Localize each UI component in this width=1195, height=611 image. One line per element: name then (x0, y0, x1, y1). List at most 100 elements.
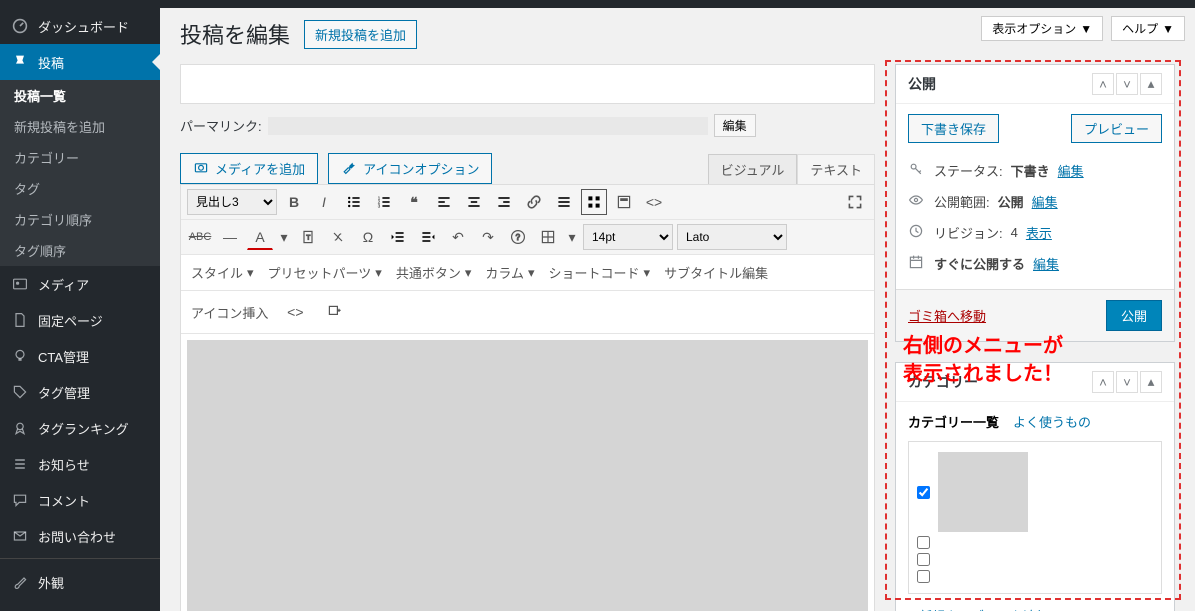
code-button[interactable]: <> (641, 189, 667, 215)
add-category-link[interactable]: + 新規カテゴリーを追加 (908, 606, 1162, 611)
format-select[interactable]: 見出し3 (187, 189, 277, 215)
sidebar-item-media[interactable]: メディア (0, 266, 160, 302)
submenu-item[interactable]: カテゴリ順序 (0, 204, 160, 235)
edit-status-link[interactable]: 編集 (1058, 161, 1084, 180)
edit-schedule-link[interactable]: 編集 (1033, 254, 1059, 273)
permalink-url[interactable] (268, 117, 708, 135)
move-to-trash-link[interactable]: ゴミ箱へ移動 (908, 306, 986, 325)
column-dropdown[interactable]: カラム ▾ (485, 263, 534, 282)
sidebar-item-cta[interactable]: CTA管理 (0, 338, 160, 374)
category-checkbox[interactable] (917, 570, 930, 583)
sidebar-item-tag-ranking[interactable]: タグランキング (0, 410, 160, 446)
bulb-icon (10, 346, 30, 366)
sidebar-item-appearance[interactable]: 外観 (0, 564, 160, 600)
post-title-input[interactable] (180, 64, 875, 104)
help-button[interactable]: ? (505, 224, 531, 250)
outdent-button[interactable] (385, 224, 411, 250)
publish-button[interactable]: 公開 (1106, 300, 1162, 331)
icon-insert-label[interactable]: アイコン挿入 (191, 303, 268, 322)
camera-icon (193, 159, 209, 178)
sidebar-item-news[interactable]: お知らせ (0, 446, 160, 482)
add-media-button[interactable]: メディアを追加 (180, 153, 318, 184)
fullscreen-button[interactable] (842, 189, 868, 215)
collapse-button[interactable]: ▴ (1140, 371, 1162, 393)
more-button[interactable] (551, 189, 577, 215)
special-char-button[interactable]: Ω (355, 224, 381, 250)
table-button[interactable] (535, 224, 561, 250)
sidebar-item-tag-manage[interactable]: タグ管理 (0, 374, 160, 410)
subtitle-edit[interactable]: サブタイトル編集 (664, 263, 768, 282)
preset-dropdown[interactable]: プリセットパーツ ▾ (268, 263, 382, 282)
category-checkbox[interactable] (917, 486, 930, 499)
blockquote-button[interactable]: ❝ (401, 189, 427, 215)
indent-button[interactable] (415, 224, 441, 250)
redo-button[interactable]: ↷ (475, 224, 501, 250)
submenu-item[interactable]: 投稿一覧 (0, 80, 160, 111)
move-up-button[interactable]: ˄ (1092, 371, 1114, 393)
sidebar-item-contact[interactable]: お問い合わせ (0, 518, 160, 554)
help-button[interactable]: ヘルプ ▼ (1111, 16, 1185, 41)
move-up-button[interactable]: ˄ (1092, 73, 1114, 95)
edit-visibility-link[interactable]: 編集 (1032, 192, 1058, 211)
sidebar-item-comments[interactable]: コメント (0, 482, 160, 518)
tab-all-categories[interactable]: カテゴリー一覧 (908, 412, 999, 431)
italic-button[interactable]: I (311, 189, 337, 215)
category-checkbox[interactable] (917, 553, 930, 566)
shortcode-dropdown[interactable]: ショートコード ▾ (549, 263, 651, 282)
eye-icon (908, 192, 926, 211)
add-new-post-button[interactable]: 新規投稿を追加 (304, 20, 417, 49)
submenu-item[interactable]: タグ順序 (0, 235, 160, 266)
align-right-button[interactable] (491, 189, 517, 215)
style-dropdown[interactable]: スタイル ▾ (191, 263, 254, 282)
move-down-button[interactable]: ˅ (1116, 371, 1138, 393)
align-center-button[interactable] (461, 189, 487, 215)
table-insert-icon[interactable] (322, 299, 348, 325)
preview-button[interactable]: プレビュー (1071, 114, 1162, 143)
font-family-select[interactable]: Lato (677, 224, 787, 250)
bullet-list-button[interactable] (341, 189, 367, 215)
preformatted-button[interactable] (611, 189, 637, 215)
number-list-button[interactable]: 123 (371, 189, 397, 215)
save-draft-button[interactable]: 下書き保存 (908, 114, 999, 143)
pin-icon (10, 52, 30, 72)
bold-button[interactable]: B (281, 189, 307, 215)
submenu-item[interactable]: タグ (0, 173, 160, 204)
strikethrough-button[interactable]: ABC (187, 224, 213, 250)
sidebar-item-posts[interactable]: 投稿 (0, 44, 160, 80)
code-icon[interactable]: <> (282, 299, 308, 325)
editor-content-area[interactable] (187, 340, 868, 611)
collapse-button[interactable]: ▴ (1140, 73, 1162, 95)
font-size-select[interactable]: 14pt (583, 224, 673, 250)
text-color-button[interactable]: A (247, 224, 273, 250)
category-item (917, 450, 1153, 534)
submenu-item[interactable]: 新規投稿を追加 (0, 111, 160, 142)
text-color-dropdown[interactable]: ▾ (277, 224, 291, 250)
align-left-button[interactable] (431, 189, 457, 215)
toolbar-toggle-button[interactable] (581, 189, 607, 215)
admin-bar (0, 0, 1195, 8)
tag-icon (10, 382, 30, 402)
move-down-button[interactable]: ˅ (1116, 73, 1138, 95)
key-icon (908, 161, 926, 180)
tab-visual[interactable]: ビジュアル (708, 154, 798, 184)
main-content: 表示オプション ▼ ヘルプ ▼ 投稿を編集 新規投稿を追加 パーマリンク: 編集… (160, 8, 1195, 611)
screen-options-button[interactable]: 表示オプション ▼ (981, 16, 1103, 41)
category-checkbox[interactable] (917, 536, 930, 549)
clear-format-button[interactable] (325, 224, 351, 250)
undo-button[interactable]: ↶ (445, 224, 471, 250)
permalink-edit-button[interactable]: 編集 (714, 114, 756, 137)
hr-button[interactable]: — (217, 224, 243, 250)
caret-down-icon: ▼ (1080, 22, 1092, 36)
paste-text-button[interactable]: T (295, 224, 321, 250)
table-dropdown[interactable]: ▾ (565, 224, 579, 250)
sidebar-label: CTA管理 (38, 347, 89, 366)
browse-revisions-link[interactable]: 表示 (1026, 223, 1052, 242)
tab-most-used[interactable]: よく使うもの (1013, 412, 1091, 431)
icon-options-button[interactable]: アイコンオプション (328, 153, 492, 184)
tab-text[interactable]: テキスト (797, 154, 875, 184)
common-button-dropdown[interactable]: 共通ボタン ▾ (396, 263, 472, 282)
sidebar-item-pages[interactable]: 固定ページ (0, 302, 160, 338)
link-button[interactable] (521, 189, 547, 215)
submenu-item[interactable]: カテゴリー (0, 142, 160, 173)
sidebar-item-dashboard[interactable]: ダッシュボード (0, 8, 160, 44)
